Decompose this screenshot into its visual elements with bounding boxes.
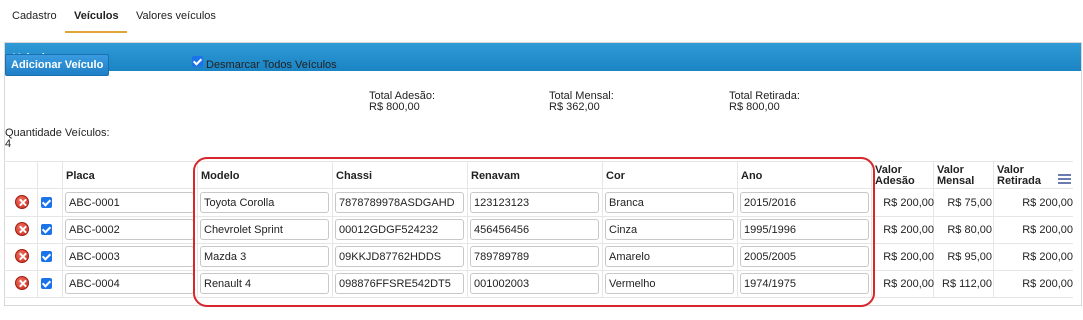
col-valor-mensal-line2: Mensal xyxy=(937,175,975,187)
col-valor-retirada-line2: Retirada xyxy=(997,175,1042,187)
modelo-input[interactable] xyxy=(200,192,329,213)
chassi-input[interactable] xyxy=(335,219,464,240)
ano-input[interactable] xyxy=(740,273,869,294)
chassi-input[interactable] xyxy=(335,192,464,213)
col-ano: Ano xyxy=(741,170,763,182)
ano-input[interactable] xyxy=(740,192,869,213)
column-menu-icon[interactable] xyxy=(1058,174,1071,185)
placa-input[interactable] xyxy=(65,246,194,267)
row-divider xyxy=(4,243,1073,244)
delete-row-icon[interactable] xyxy=(15,276,29,290)
valor-mensal: R$ 95,00 xyxy=(947,251,992,263)
tab-valores-veiculos[interactable]: Valores veículos xyxy=(136,10,216,22)
col-separator xyxy=(871,161,872,297)
toggle-all-vehicles[interactable]: Desmarcar Todos Veículos xyxy=(192,55,337,71)
renavam-input[interactable] xyxy=(470,273,599,294)
total-mensal-value: R$ 362,00 xyxy=(549,101,600,113)
col-valor-adesao: Valor Adesão xyxy=(872,160,915,187)
modelo-input[interactable] xyxy=(200,246,329,267)
modelo-input[interactable] xyxy=(200,219,329,240)
renavam-input[interactable] xyxy=(470,246,599,267)
row-divider xyxy=(4,270,1073,271)
delete-row-icon[interactable] xyxy=(15,222,29,236)
col-renavam: Renavam xyxy=(471,170,520,182)
ano-input[interactable] xyxy=(740,246,869,267)
renavam-input[interactable] xyxy=(470,219,599,240)
total-adesao: Total Adesão: R$ 800,00 xyxy=(369,91,435,113)
toggle-all-checkbox[interactable] xyxy=(192,55,203,67)
delete-row-icon[interactable] xyxy=(15,249,29,263)
row-checkbox[interactable] xyxy=(41,278,52,289)
grid-header-border xyxy=(4,188,1073,189)
cor-input[interactable] xyxy=(605,273,734,294)
col-valor-adesao-line2: Adesão xyxy=(875,175,915,187)
row-checkbox[interactable] xyxy=(41,224,52,235)
total-retirada-value: R$ 800,00 xyxy=(729,101,780,113)
col-separator xyxy=(37,161,38,297)
col-separator xyxy=(197,161,198,297)
row-divider xyxy=(4,297,1073,298)
valor-mensal: R$ 80,00 xyxy=(947,224,992,236)
row-checkbox[interactable] xyxy=(41,197,52,208)
col-separator xyxy=(602,161,603,297)
col-valor-retirada: Valor Retirada xyxy=(994,160,1042,187)
col-separator xyxy=(993,161,994,297)
valor-adesao: R$ 200,00 xyxy=(883,224,934,236)
tab-cadastro[interactable]: Cadastro xyxy=(12,10,57,22)
panel-title: Veículos xyxy=(5,43,1081,71)
valor-retirada: R$ 200,00 xyxy=(1022,197,1073,209)
tab-veiculos[interactable]: Veículos xyxy=(74,10,119,22)
col-placa: Placa xyxy=(66,170,95,182)
modelo-input[interactable] xyxy=(200,273,329,294)
row-checkbox[interactable] xyxy=(41,251,52,262)
placa-input[interactable] xyxy=(65,192,194,213)
valor-retirada: R$ 200,00 xyxy=(1022,224,1073,236)
valor-adesao: R$ 200,00 xyxy=(883,197,934,209)
placa-input[interactable] xyxy=(65,219,194,240)
cor-input[interactable] xyxy=(605,219,734,240)
cor-input[interactable] xyxy=(605,192,734,213)
total-retirada: Total Retirada: R$ 800,00 xyxy=(729,91,800,113)
total-mensal: Total Mensal: R$ 362,00 xyxy=(549,91,614,113)
col-valor-mensal: Valor Mensal xyxy=(934,160,975,187)
col-chassi: Chassi xyxy=(336,170,373,182)
valor-adesao: R$ 200,00 xyxy=(883,251,934,263)
cor-input[interactable] xyxy=(605,246,734,267)
delete-row-icon[interactable] xyxy=(15,195,29,209)
valor-mensal: R$ 112,00 xyxy=(942,278,992,290)
total-adesao-value: R$ 800,00 xyxy=(369,101,420,113)
valor-retirada: R$ 200,00 xyxy=(1022,251,1073,263)
valor-adesao: R$ 200,00 xyxy=(883,278,934,290)
valor-mensal: R$ 75,00 xyxy=(947,197,992,209)
renavam-input[interactable] xyxy=(470,192,599,213)
active-tab-indicator xyxy=(65,31,127,33)
placa-input[interactable] xyxy=(65,273,194,294)
toggle-all-label: Desmarcar Todos Veículos xyxy=(206,59,337,71)
col-separator xyxy=(467,161,468,297)
vehicle-quantity-value: 4 xyxy=(5,138,12,150)
tab-bar: Cadastro Veículos Valores veículos xyxy=(0,0,1083,33)
col-separator xyxy=(62,161,63,297)
col-separator xyxy=(737,161,738,297)
chassi-input[interactable] xyxy=(335,246,464,267)
vehicle-quantity: Quantidade Veículos: 4 xyxy=(5,128,110,150)
valor-retirada: R$ 200,00 xyxy=(1022,278,1073,290)
ano-input[interactable] xyxy=(740,219,869,240)
chassi-input[interactable] xyxy=(335,273,464,294)
col-separator xyxy=(332,161,333,297)
col-modelo: Modelo xyxy=(201,170,240,182)
add-vehicle-button[interactable]: Adicionar Veículo xyxy=(5,54,110,76)
vehicle-quantity-label: Quantidade Veículos: xyxy=(5,127,110,139)
col-cor: Cor xyxy=(606,170,625,182)
row-divider xyxy=(4,216,1073,217)
